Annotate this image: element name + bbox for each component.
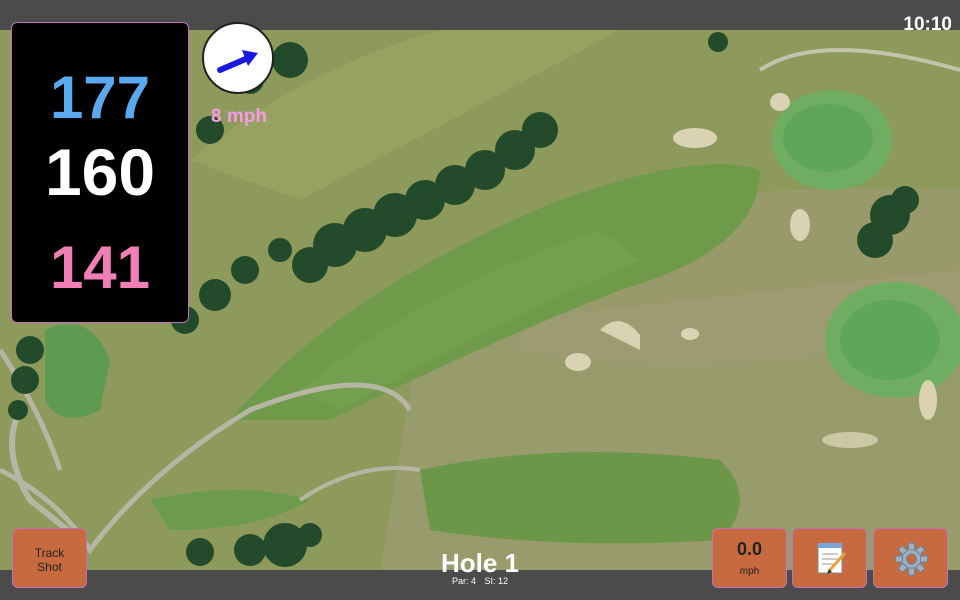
gear-icon (895, 542, 928, 576)
notepad-icon (817, 543, 847, 574)
track-shot-label-line2: Shot (37, 560, 62, 574)
wind-speed-button[interactable]: 0.0 mph (712, 528, 787, 588)
wind-unit: mph (739, 566, 760, 577)
wind-speed-label: 8 mph (211, 106, 267, 127)
notes-button[interactable] (792, 528, 867, 588)
back-distance: 177 (49, 64, 151, 131)
front-distance: 141 (49, 234, 151, 301)
wind-value: 0.0 (736, 539, 763, 559)
arrow-up-right-icon (217, 50, 258, 73)
hole-title: Hole 1 (440, 548, 520, 578)
hole-meta: Par: 4 SI: 12 (380, 576, 580, 586)
hole-par: Par: 4 (451, 576, 476, 586)
middle-distance: 160 (44, 135, 156, 209)
settings-button[interactable] (873, 528, 948, 588)
track-shot-label-line1: Track (34, 546, 65, 560)
hole-stroke-index: SI: 12 (484, 576, 509, 586)
track-shot-button[interactable]: Track Shot (12, 528, 87, 588)
distance-panel: 177 160 141 (11, 22, 189, 323)
wind-direction-indicator (202, 22, 274, 94)
